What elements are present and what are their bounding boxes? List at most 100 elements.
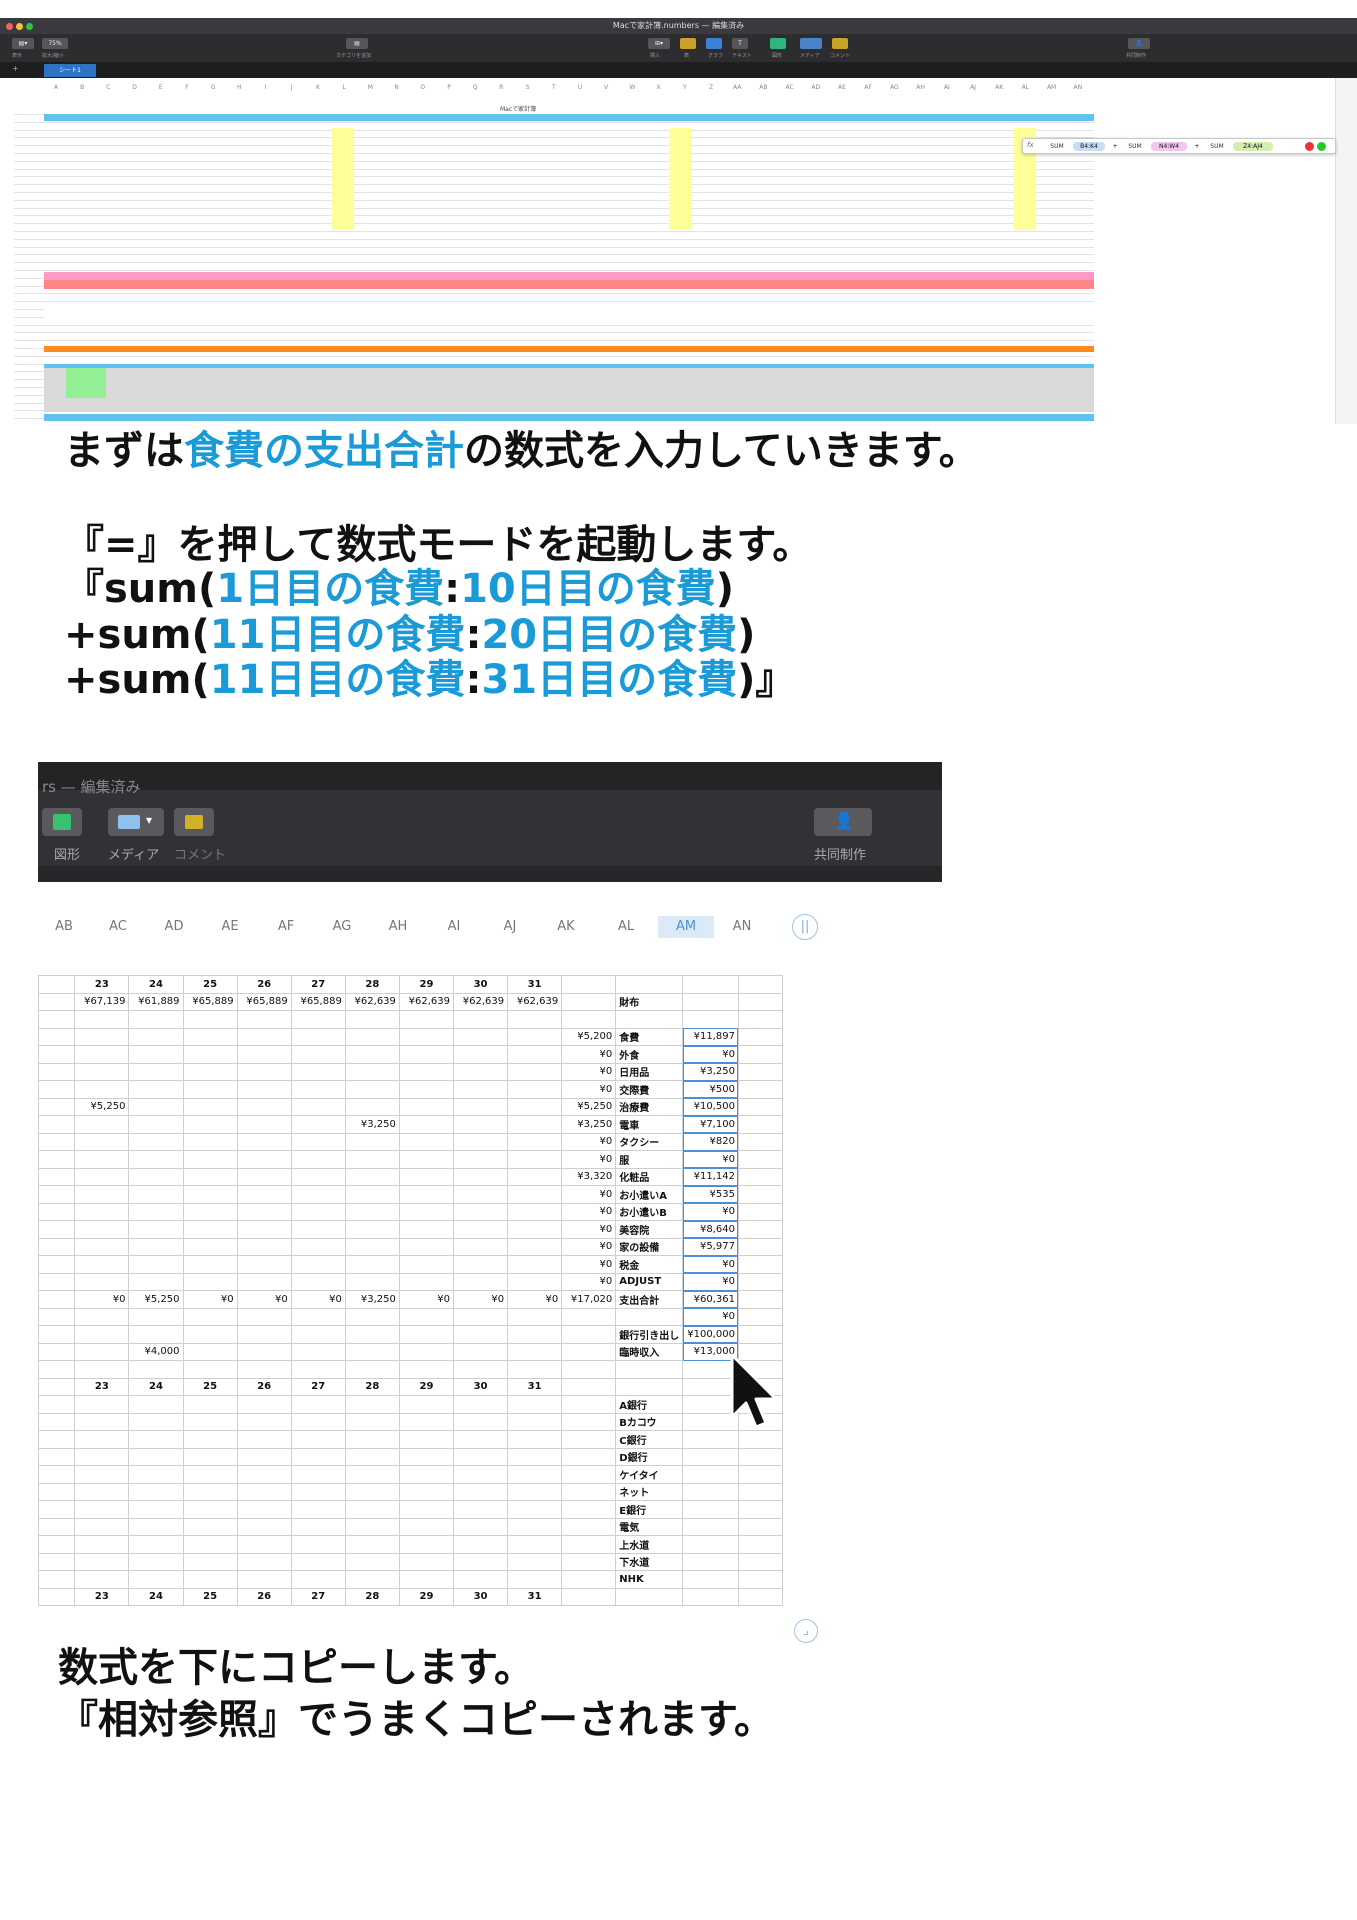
table-cell[interactable] [74,1500,130,1519]
sum-cell[interactable]: ¥3,250 [682,1062,739,1081]
table-cell[interactable] [682,1010,739,1029]
row-total-cell[interactable]: ¥5,250 [561,1097,617,1116]
day-header[interactable] [37,1587,76,1606]
table-cell[interactable] [737,1027,784,1046]
table-cell[interactable] [398,1010,455,1029]
table-cell[interactable] [74,1552,130,1571]
table-cell[interactable] [344,1517,400,1536]
sum-cell[interactable]: ¥535 [682,1185,739,1204]
day-cell[interactable] [507,1150,563,1169]
table-cell[interactable] [682,1517,739,1536]
separator-cell[interactable] [128,1360,184,1379]
table-cell[interactable] [236,1412,292,1431]
table-cell[interactable] [507,1570,563,1589]
sum-cell[interactable]: ¥0 [682,1255,739,1274]
table-cell[interactable] [737,1447,784,1466]
table-cell[interactable] [737,1045,784,1064]
day-cell[interactable] [507,1132,563,1151]
table-cell[interactable] [128,1325,184,1344]
day-cell[interactable] [344,1167,400,1186]
day-cell[interactable] [398,1132,455,1151]
column-header[interactable]: AG [314,916,370,938]
table-cell[interactable] [290,1307,346,1326]
table-cell[interactable] [561,1465,617,1484]
table-cell[interactable] [37,1185,76,1204]
column-header[interactable]: S [518,84,538,91]
day-cell[interactable] [128,1080,184,1099]
day-cell[interactable] [74,1045,130,1064]
table-cell[interactable] [452,1517,509,1536]
wallet-cell[interactable]: ¥61,889 [128,992,184,1011]
table-cell[interactable] [561,1412,617,1431]
separator-cell[interactable] [452,1360,509,1379]
day-cell[interactable] [344,1202,400,1221]
account-label[interactable]: ケイタイ [615,1465,684,1484]
day-cell[interactable] [507,1220,563,1239]
sum-cell[interactable]: ¥5,977 [682,1237,739,1256]
table-cell[interactable] [74,1535,130,1554]
column-header[interactable]: AM [658,916,714,938]
table-cell[interactable] [737,1010,784,1029]
table-cell[interactable] [74,1307,130,1326]
table-cell[interactable] [74,1430,130,1449]
day-total-cell[interactable]: ¥0 [182,1290,238,1309]
table-cell[interactable] [344,1412,400,1431]
table-cell[interactable] [344,1395,400,1414]
day-cell[interactable] [128,1132,184,1151]
column-header[interactable]: N [387,84,407,91]
table-cell[interactable] [561,1010,617,1029]
table-cell[interactable] [737,1430,784,1449]
day-cell[interactable] [236,1150,292,1169]
table-cell[interactable] [507,1412,563,1431]
column-header[interactable]: Y [675,84,695,91]
day-cell[interactable] [128,1097,184,1116]
table-cell[interactable] [344,1465,400,1484]
day-cell[interactable] [507,1045,563,1064]
table-cell[interactable] [682,1430,739,1449]
day-cell[interactable] [182,1045,238,1064]
table-cell[interactable] [74,1412,130,1431]
table-cell[interactable] [236,1430,292,1449]
category-label[interactable]: 服 [615,1150,684,1169]
row-total-cell[interactable]: ¥0 [561,1202,617,1221]
column-header[interactable]: AH [911,84,931,91]
table-cell[interactable] [737,1220,784,1239]
table-cell[interactable] [37,1342,76,1361]
table-cell[interactable] [128,1482,184,1501]
table-button[interactable] [680,38,696,49]
day-cell[interactable] [74,1255,130,1274]
day-header[interactable] [682,975,739,994]
table-cell[interactable] [74,1465,130,1484]
separator-cell[interactable] [236,1360,292,1379]
category-label[interactable]: 税金 [615,1255,684,1274]
table-cell[interactable] [37,1062,76,1081]
column-header[interactable]: AK [538,916,594,938]
table-cell[interactable] [737,1185,784,1204]
day-cell[interactable] [128,1202,184,1221]
table-cell[interactable] [37,1465,76,1484]
media-button[interactable]: ▾ [108,808,164,836]
table-cell[interactable] [398,1465,455,1484]
table-cell[interactable] [737,1517,784,1536]
table-cell[interactable] [236,1447,292,1466]
table-cell[interactable] [344,1325,400,1344]
table-cell[interactable] [452,1430,509,1449]
separator-cell[interactable] [37,1360,76,1379]
table-cell[interactable] [182,1010,238,1029]
day-cell[interactable] [290,1115,346,1134]
table-cell[interactable] [128,1412,184,1431]
day-header[interactable]: 26 [236,1587,292,1606]
day-cell[interactable] [452,1202,509,1221]
day-cell[interactable] [128,1220,184,1239]
row-total-cell[interactable]: ¥0 [561,1185,617,1204]
day-header[interactable] [615,1587,684,1606]
table-cell[interactable] [37,1202,76,1221]
table-cell[interactable] [507,1447,563,1466]
day-cell[interactable] [398,1237,455,1256]
day-cell[interactable] [236,1220,292,1239]
table-cell[interactable] [128,1010,184,1029]
column-header[interactable]: AG [884,84,904,91]
range-chip-3[interactable]: Z4:AJ4 [1233,142,1273,151]
table-cell[interactable] [290,1272,346,1291]
sum-cell[interactable]: ¥0 [682,1307,739,1326]
